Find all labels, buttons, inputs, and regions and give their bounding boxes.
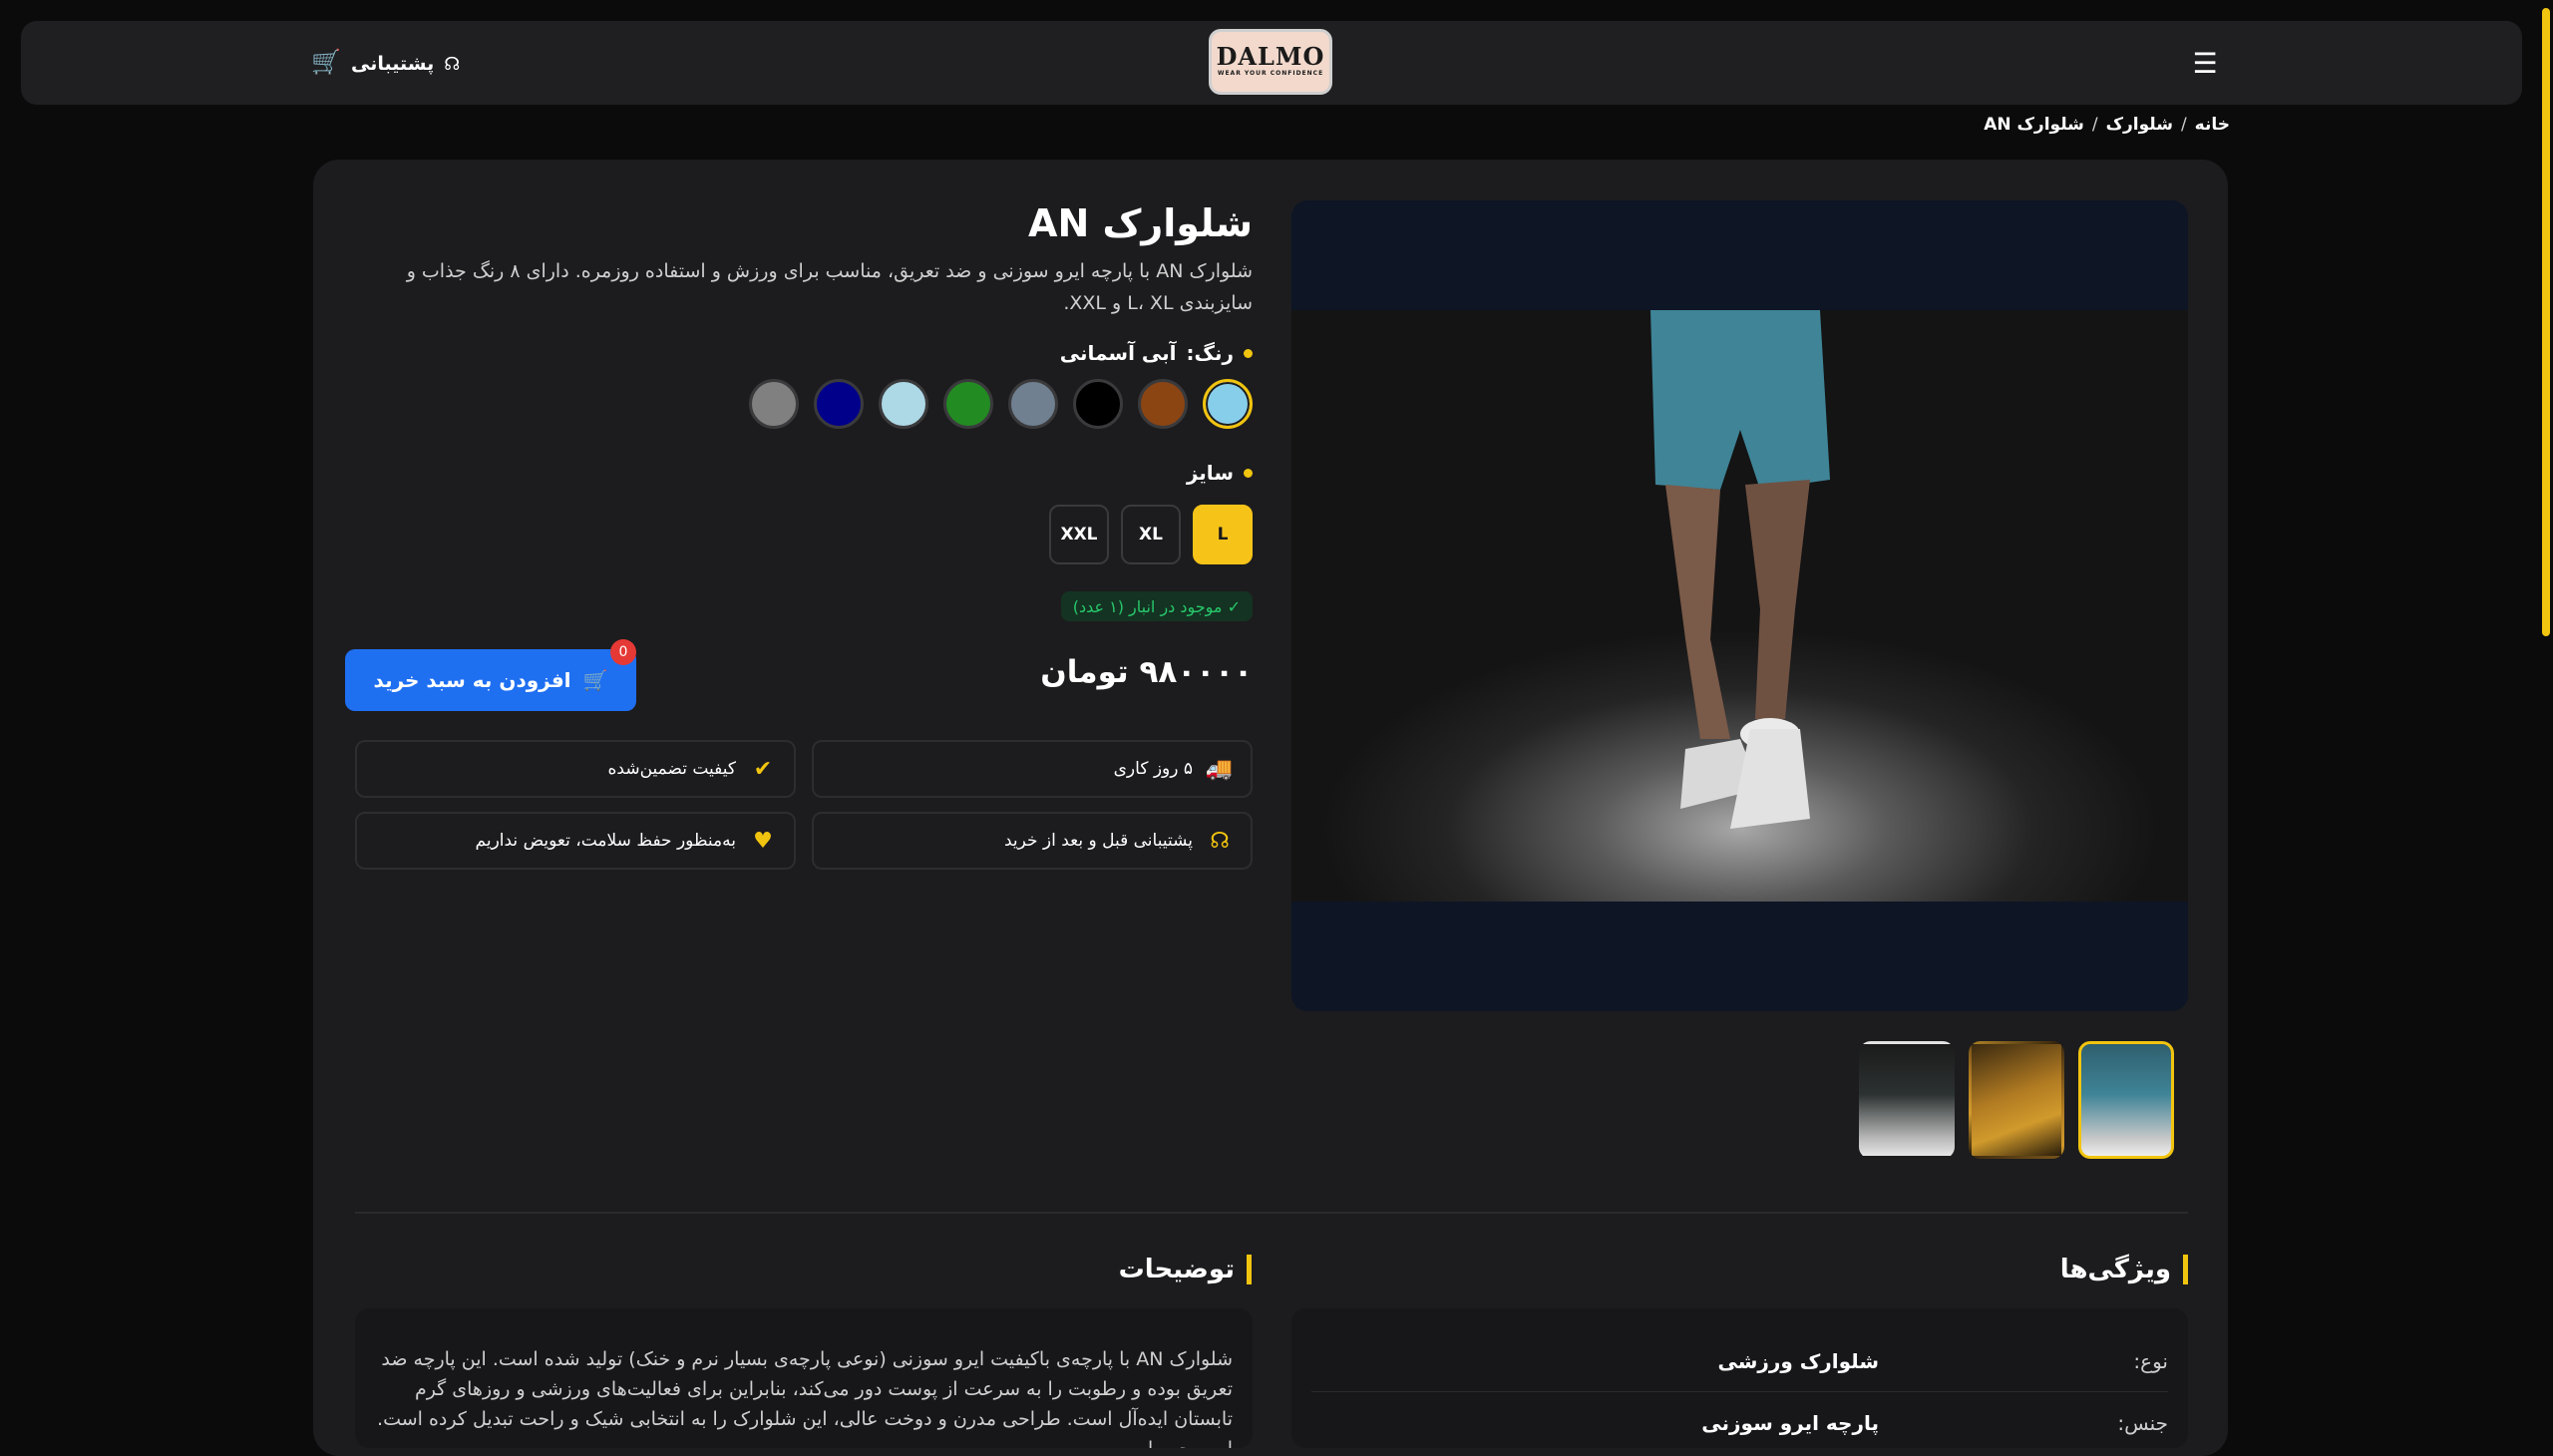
bullet-dot — [1244, 348, 1253, 358]
product-photo — [1291, 310, 2188, 902]
size-option-l[interactable]: L — [1193, 505, 1253, 564]
size-label-row: سایز — [1187, 461, 1253, 485]
support-label: پشتیبانی — [351, 53, 435, 75]
product-price: ۹۸۰۰۰۰ تومان — [1040, 654, 1253, 690]
spec-key: جنس: — [2117, 1410, 2168, 1435]
product-main-image[interactable] — [1291, 200, 2188, 1011]
feature-list: 🚚 ۵ روز کاری ✔ کیفیت تضمین‌شده ☊ پشتیبان… — [355, 740, 1253, 870]
product-short-description: شلوارک AN با پارچه ایرو سوزنی و ضد تعریق… — [406, 260, 1253, 314]
color-swatch[interactable] — [1073, 379, 1123, 429]
cart-icon: 🛒 — [582, 668, 608, 692]
long-description: شلوارک AN با پارچه‌ی باکیفیت ایرو سوزنی … — [355, 1308, 1253, 1448]
features-section-title: ویژگی‌ها — [2060, 1255, 2188, 1284]
feature-delivery: 🚚 ۵ روز کاری — [812, 740, 1253, 798]
color-label: رنگ: — [1186, 341, 1235, 365]
headset-icon: ☊ — [444, 53, 461, 75]
scrollbar[interactable] — [2540, 0, 2553, 1436]
breadcrumb-separator: / — [2180, 115, 2187, 135]
logo[interactable]: DALMO WEAR YOUR CONFIDENCE — [1209, 29, 1332, 95]
product-title: شلوارک AN — [1028, 201, 1253, 245]
breadcrumb: خانه / شلوارک / شلوارک AN — [1984, 115, 2230, 135]
color-swatch[interactable] — [1203, 379, 1253, 429]
bullet-dot — [1244, 468, 1253, 478]
spec-value: شلوارک ورزشی — [1717, 1348, 1879, 1373]
hamburger-icon[interactable]: ☰ — [2183, 50, 2227, 78]
spec-row: جنس: پارچه ایرو سوزنی — [1311, 1392, 2168, 1448]
feature-label: ۵ روز کاری — [1113, 759, 1193, 779]
cart-icon[interactable]: 🛒 — [311, 48, 341, 76]
truck-icon: 🚚 — [1205, 756, 1233, 782]
description-section-title: توضیحات — [1119, 1255, 1252, 1284]
add-to-cart-label: افزودن به سبد خرید — [373, 668, 571, 692]
color-swatch[interactable] — [749, 379, 799, 429]
heart-pulse-icon: ♥ — [753, 828, 773, 854]
color-swatch[interactable] — [943, 379, 993, 429]
support-link[interactable]: ☊ پشتیبانی — [351, 48, 460, 80]
feature-support: ☊ پشتیبانی قبل و بعد از خرید — [812, 812, 1253, 870]
spec-row: نوع: شلوارک ورزشی — [1311, 1330, 2168, 1392]
feature-label: به‌منظور حفظ سلامت، تعویض نداریم — [475, 831, 736, 851]
feature-label: کیفیت تضمین‌شده — [607, 759, 737, 779]
logo-tagline: WEAR YOUR CONFIDENCE — [1217, 70, 1324, 77]
selected-color-name: آبی آسمانی — [1059, 341, 1177, 365]
size-option-xxl[interactable]: XXL — [1049, 505, 1109, 564]
headset-icon: ☊ — [1210, 828, 1230, 854]
shorts-model-illustration — [1650, 310, 1830, 829]
breadcrumb-category[interactable]: شلوارک — [2106, 115, 2173, 135]
breadcrumb-current: شلوارک AN — [1984, 115, 2084, 135]
size-label: سایز — [1186, 461, 1234, 485]
thumbnail-mustard[interactable] — [1969, 1041, 2064, 1159]
color-label-row: رنگ: آبی آسمانی — [1060, 341, 1253, 365]
size-options: L XL XXL — [1049, 505, 1253, 564]
color-swatch[interactable] — [1138, 379, 1188, 429]
spec-key: نوع: — [2133, 1348, 2168, 1373]
check-badge-icon: ✔ — [753, 756, 773, 782]
color-swatch[interactable] — [1008, 379, 1058, 429]
cart-count-badge: 0 — [610, 639, 636, 665]
breadcrumb-home[interactable]: خانه — [2195, 115, 2230, 135]
logo-name: DALMO — [1216, 42, 1325, 71]
thumbnail-blue[interactable] — [2078, 1041, 2174, 1159]
stock-status-badge: ✓ موجود در انبار (۱ عدد) — [1060, 591, 1253, 621]
feature-label: پشتیبانی قبل و بعد از خرید — [1003, 831, 1193, 851]
color-swatch[interactable] — [879, 379, 928, 429]
spec-value: پارچه ایرو سوزنی — [1701, 1410, 1879, 1435]
scrollbar-thumb[interactable] — [2542, 8, 2550, 636]
feature-no-return: ♥ به‌منظور حفظ سلامت، تعویض نداریم — [355, 812, 796, 870]
feature-quality: ✔ کیفیت تضمین‌شده — [355, 740, 796, 798]
color-swatch[interactable] — [814, 379, 864, 429]
specs-table: نوع: شلوارک ورزشی جنس: پارچه ایرو سوزنی — [1291, 1308, 2188, 1448]
product-info: شلوارک AN شلوارک AN با پارچه ایرو سوزنی … — [345, 199, 1253, 870]
size-option-xl[interactable]: XL — [1121, 505, 1181, 564]
color-swatches — [749, 379, 1253, 429]
thumbnail-strip — [1859, 1041, 2174, 1159]
section-divider — [355, 1212, 2188, 1214]
add-to-cart-button[interactable]: 🛒 افزودن به سبد خرید 0 — [345, 639, 636, 711]
breadcrumb-separator: / — [2091, 115, 2098, 135]
thumbnail-dark[interactable] — [1859, 1041, 1955, 1159]
